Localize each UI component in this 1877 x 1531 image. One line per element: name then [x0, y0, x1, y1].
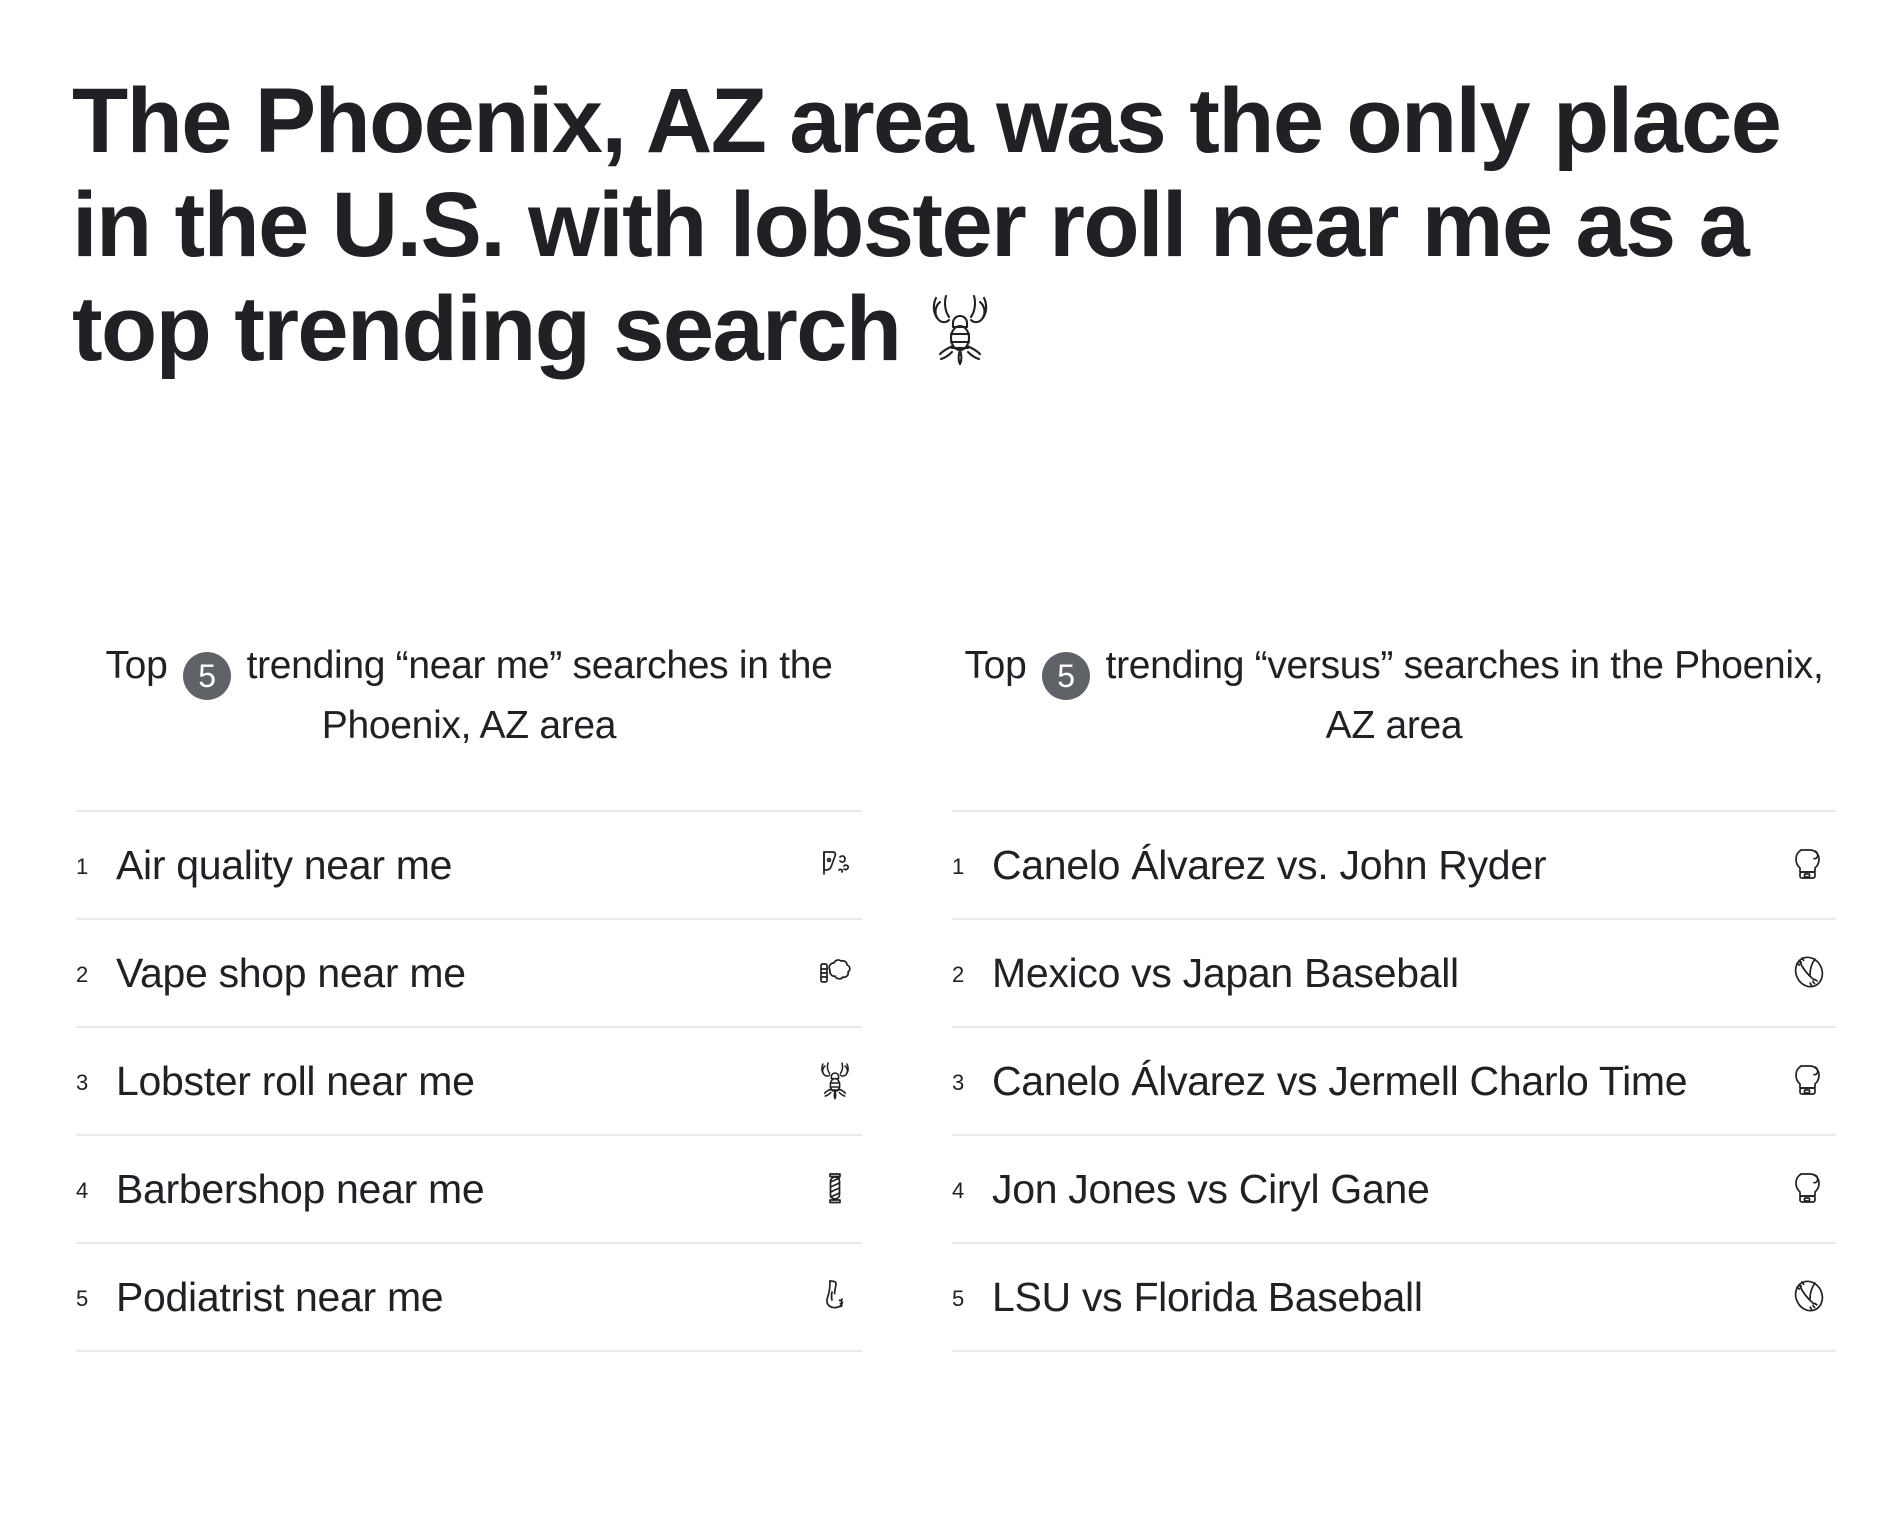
- top-count-badge: 5: [183, 652, 232, 700]
- list-item-rank: 3: [76, 1070, 89, 1096]
- page-title: The Phoenix, AZ area was the only place …: [72, 70, 1832, 394]
- list-item[interactable]: 4 Barbershop near me: [76, 1136, 862, 1245]
- list-item[interactable]: 2 Mexico vs Japan Baseball: [952, 920, 1836, 1029]
- foot-icon: [808, 1270, 862, 1318]
- list-item-rank: 4: [76, 1178, 89, 1204]
- list-item-rank: 1: [952, 853, 965, 879]
- list-item-label: Canelo Álvarez vs Jermell Charlo Time: [992, 1058, 1688, 1105]
- list-item[interactable]: 4 Jon Jones vs Ciryl Gane: [952, 1136, 1836, 1245]
- barber-pole-icon: [808, 1162, 862, 1210]
- list-item[interactable]: 1 Canelo Álvarez vs. John Ryder: [952, 812, 1836, 920]
- list-item[interactable]: 3 Lobster roll near me: [76, 1028, 862, 1137]
- column-title-versus: Top 5 trending “versus” searches in the …: [952, 640, 1836, 752]
- list-item[interactable]: 1 Air quality near me: [76, 812, 862, 920]
- wind-icon: [808, 838, 862, 884]
- list-item-rank: 1: [76, 853, 89, 879]
- list-item-rank: 4: [952, 1178, 965, 1204]
- list-item-label: Lobster roll near me: [116, 1058, 475, 1105]
- smoke-cloud-icon: [808, 946, 862, 992]
- list-item-rank: 3: [952, 1070, 965, 1096]
- column-versus: Top 5 trending “versus” searches in the …: [938, 640, 1876, 1353]
- lobster-icon: [808, 1054, 862, 1102]
- baseball-icon: [1782, 946, 1836, 992]
- trending-list-versus: 1 Canelo Álvarez vs. John Ryder 2 Mexico…: [952, 809, 1836, 1353]
- list-item-rank: 5: [76, 1286, 89, 1312]
- column-title-prefix: Top: [105, 644, 168, 687]
- boxing-glove-icon: [1782, 838, 1836, 884]
- list-item-rank: 2: [76, 961, 89, 987]
- lobster-icon: [922, 290, 998, 394]
- columns-container: Top 5 trending “near me” searches in the…: [0, 640, 1877, 1353]
- list-item-rank: 2: [952, 961, 965, 987]
- top-count-badge: 5: [1042, 652, 1091, 700]
- list-item-label: Mexico vs Japan Baseball: [992, 949, 1459, 996]
- list-item-label: Barbershop near me: [116, 1166, 485, 1213]
- list-item[interactable]: 5 Podiatrist near me: [76, 1244, 862, 1353]
- list-item-rank: 5: [952, 1286, 965, 1312]
- boxing-glove-icon: [1782, 1162, 1836, 1208]
- trends-insight-card: The Phoenix, AZ area was the only place …: [0, 0, 1877, 1531]
- trending-list-near-me: 1 Air quality near me 2 Vape shop near m…: [76, 809, 862, 1353]
- headline-emphasis: lobster roll near me: [729, 173, 1553, 276]
- list-item-label: LSU vs Florida Baseball: [992, 1274, 1423, 1321]
- list-item-label: Air quality near me: [116, 841, 453, 888]
- list-item-label: Jon Jones vs Ciryl Gane: [992, 1166, 1430, 1213]
- column-title-near-me: Top 5 trending “near me” searches in the…: [76, 640, 862, 752]
- list-item[interactable]: 5 LSU vs Florida Baseball: [952, 1244, 1836, 1353]
- list-item[interactable]: 3 Canelo Álvarez vs Jermell Charlo Time: [952, 1028, 1836, 1137]
- column-near-me: Top 5 trending “near me” searches in the…: [0, 640, 938, 1353]
- boxing-glove-icon: [1782, 1054, 1836, 1100]
- baseball-icon: [1782, 1270, 1836, 1316]
- list-item-label: Podiatrist near me: [116, 1274, 444, 1321]
- list-item[interactable]: 2 Vape shop near me: [76, 920, 862, 1029]
- column-title-suffix: trending “near me” searches in the Phoen…: [246, 644, 833, 747]
- list-item-label: Vape shop near me: [116, 949, 466, 996]
- list-item-label: Canelo Álvarez vs. John Ryder: [992, 841, 1547, 888]
- column-title-prefix: Top: [964, 644, 1027, 687]
- column-title-suffix: trending “versus” searches in the Phoeni…: [1105, 644, 1824, 747]
